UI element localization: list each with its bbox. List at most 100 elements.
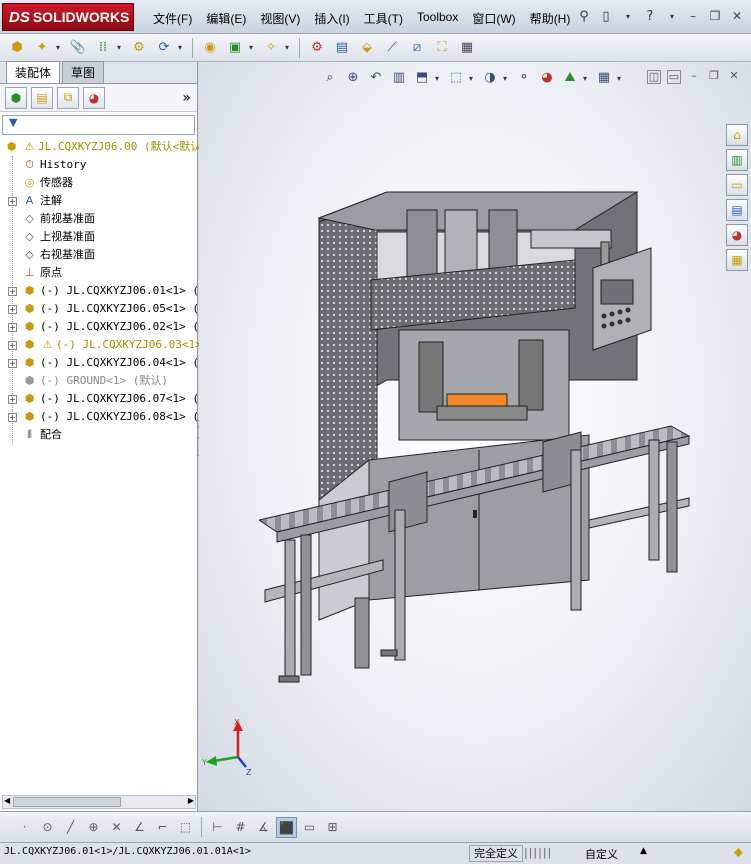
tree-item[interactable]: + ⬢ (-) JL.CQXKYZJ06.08<1> (默 (0, 408, 210, 426)
scroll-left-icon[interactable]: ◀ (4, 796, 10, 805)
restore-icon[interactable]: ❐ (705, 7, 725, 25)
table-view-icon[interactable]: ⊞ (322, 817, 343, 838)
dropdown-icon[interactable]: ▾ (663, 8, 681, 26)
solidworks-logo[interactable]: DS SOLIDWORKS (2, 3, 134, 31)
previous-view-icon[interactable]: ↶ (366, 68, 386, 88)
tile-icon[interactable]: ◫ (647, 70, 661, 84)
exploded-view-icon[interactable]: ⬙ (356, 37, 378, 59)
grid-icon[interactable]: # (230, 817, 251, 838)
tree-filter[interactable]: ▼ (2, 115, 195, 135)
rectangle-icon[interactable]: ⬚ (175, 817, 196, 838)
smart-fasteners-icon[interactable]: ⚙ (128, 37, 150, 59)
polygon-icon[interactable]: ⊕ (83, 817, 104, 838)
assembly-model[interactable] (259, 180, 719, 700)
feature-manager-icon[interactable]: ⬢ (5, 86, 27, 109)
frame-view-icon[interactable]: ▭ (299, 817, 320, 838)
apply-scene-icon[interactable]: ⛰ (560, 68, 580, 88)
tree-item[interactable]: + ⬢ ⚠ (-) JL.CQXKYZJ06.03<1> (0, 336, 202, 354)
tab-assembly[interactable]: 装配体 (6, 61, 61, 83)
display-style-icon[interactable]: ◑ (480, 68, 500, 88)
tree-item[interactable]: + ⬢ (-) JL.CQXKYZJ06.04<1> (默 (0, 354, 210, 372)
view-palette-icon[interactable]: ▤ (726, 199, 748, 221)
assembly-visualization-icon[interactable]: ⛶ (431, 37, 453, 59)
show-hidden-icon[interactable]: ◉ (199, 37, 221, 59)
tree-item[interactable]: + ⬢ (-) JL.CQXKYZJ06.07<1> (默 (0, 390, 210, 408)
close-icon[interactable]: ✕ (727, 7, 747, 25)
scroll-right-icon[interactable]: ▶ (188, 796, 194, 805)
expand-icon[interactable]: + (8, 197, 17, 206)
expand-icon[interactable]: + (8, 323, 17, 332)
design-library-icon[interactable]: ▥ (726, 149, 748, 171)
menu-item[interactable]: 窗口(W) (465, 7, 522, 29)
tree-item[interactable]: ⏱ History (0, 156, 197, 174)
zoom-to-fit-icon[interactable]: ⌕ (320, 68, 340, 88)
unit-system[interactable]: 自定义 (585, 846, 618, 862)
quick-tips-icon[interactable]: ⬥ (734, 845, 743, 860)
tree-item[interactable]: ⫴ 配合 (0, 426, 197, 444)
smart-dimension-icon[interactable]: ⊢ (207, 817, 228, 838)
angle-icon[interactable]: ∠ (129, 817, 150, 838)
new-motion-study-icon[interactable]: ⚙ (306, 37, 328, 59)
hide-show-items-icon[interactable]: ⚬ (514, 68, 534, 88)
tree-item[interactable]: ◇ 上视基准面 (0, 228, 197, 246)
insert-components-icon[interactable]: ✦ (31, 37, 53, 59)
minimize-icon[interactable]: – (683, 7, 703, 25)
funnel-icon[interactable]: ▼ (9, 116, 17, 129)
expand-icon[interactable]: + (8, 395, 17, 404)
appearance-manager-icon[interactable]: ◕ (83, 86, 105, 109)
expand-icon[interactable]: + (8, 305, 17, 314)
edit-component-icon[interactable]: ⬢ (6, 37, 28, 59)
tile-horizontal-icon[interactable]: ▭ (667, 70, 681, 84)
angle-dimension-icon[interactable]: ∡ (253, 817, 274, 838)
view-settings-icon[interactable]: ▦ (594, 68, 614, 88)
restore-icon[interactable]: ❐ (707, 70, 721, 84)
menu-item[interactable]: 帮助(H) (523, 7, 578, 29)
menu-item[interactable]: 视图(V) (253, 7, 307, 29)
graphics-viewport[interactable]: ⌕ ⊕ ↶ ▥ ⬒ ▾ ⬚ ▾ ◑ ▾ ⚬ ◕ ⛰ ▾ ▦ ▾ ◫ ▭ – ❐ … (199, 62, 751, 811)
tree-item[interactable]: ⊥ 原点 (0, 264, 197, 282)
zoom-to-area-icon[interactable]: ⊕ (343, 68, 363, 88)
trim-icon[interactable]: ✕ (106, 817, 127, 838)
menu-item[interactable]: 文件(F) (146, 7, 199, 29)
instant3d-icon[interactable]: ▦ (456, 37, 478, 59)
close-icon[interactable]: ✕ (727, 70, 741, 84)
tree-item[interactable]: ◎ 传感器 (0, 174, 197, 192)
tree-item[interactable]: + ⬢ (-) JL.CQXKYZJ06.02<1> (默 (0, 318, 210, 336)
circle-icon[interactable]: ⊙ (37, 817, 58, 838)
tree-item[interactable]: + A 注解 (0, 192, 197, 210)
menu-item[interactable]: 工具(T) (357, 7, 410, 29)
interference-detection-icon[interactable]: ⧄ (406, 37, 428, 59)
horizontal-scrollbar[interactable]: ◀ ▶ (2, 795, 196, 809)
point-icon[interactable]: · (14, 817, 35, 838)
file-explorer-icon[interactable]: ▭ (726, 174, 748, 196)
tree-item[interactable]: ⬢ (-) GROUND<1> (默认) (0, 372, 197, 390)
expand-panel-icon[interactable]: » (182, 90, 191, 106)
section-view-icon[interactable]: ▥ (389, 68, 409, 88)
new-document-icon[interactable]: ▯ (597, 8, 615, 26)
tree-item[interactable]: ⬢ ⚠ JL.CQXKYZJ06.00 (默认<默认 (0, 138, 202, 156)
corner-icon[interactable]: ⌐ (152, 817, 173, 838)
expand-icon[interactable]: + (8, 413, 17, 422)
line-icon[interactable]: ╱ (60, 817, 81, 838)
dynamic-annotation-icon[interactable]: ⬒ (412, 68, 432, 88)
menu-item[interactable]: Toolbox (410, 7, 465, 29)
move-component-icon[interactable]: ⟳ (153, 37, 175, 59)
menu-item[interactable]: 编辑(E) (199, 7, 253, 29)
appearances-scenes-icon[interactable]: ◕ (726, 224, 748, 246)
configuration-manager-icon[interactable]: ⧉ (57, 86, 79, 109)
tree-item[interactable]: + ⬢ (-) JL.CQXKYZJ06.05<1> (默 (0, 300, 210, 318)
property-manager-icon[interactable]: ▤ (31, 86, 53, 109)
pin-icon[interactable]: ⚲ (575, 8, 593, 26)
reference-geometry-icon[interactable]: ✧ (260, 37, 282, 59)
expand-icon[interactable]: + (8, 359, 17, 368)
shaded-view-icon[interactable]: ⬛ (276, 816, 297, 838)
tree-item[interactable]: ◇ 右视基准面 (0, 246, 197, 264)
tree-item[interactable]: ◇ 前视基准面 (0, 210, 197, 228)
mate-icon[interactable]: 📎 (67, 37, 89, 59)
dropdown-icon[interactable]: ▾ (619, 8, 637, 26)
help-icon[interactable]: ? (641, 8, 659, 26)
bill-of-materials-icon[interactable]: ▤ (331, 37, 353, 59)
custom-properties-icon[interactable]: ▦ (726, 249, 748, 271)
view-orientation-icon[interactable]: ⬚ (446, 68, 466, 88)
tree-item[interactable]: + ⬢ (-) JL.CQXKYZJ06.01<1> (默 (0, 282, 210, 300)
